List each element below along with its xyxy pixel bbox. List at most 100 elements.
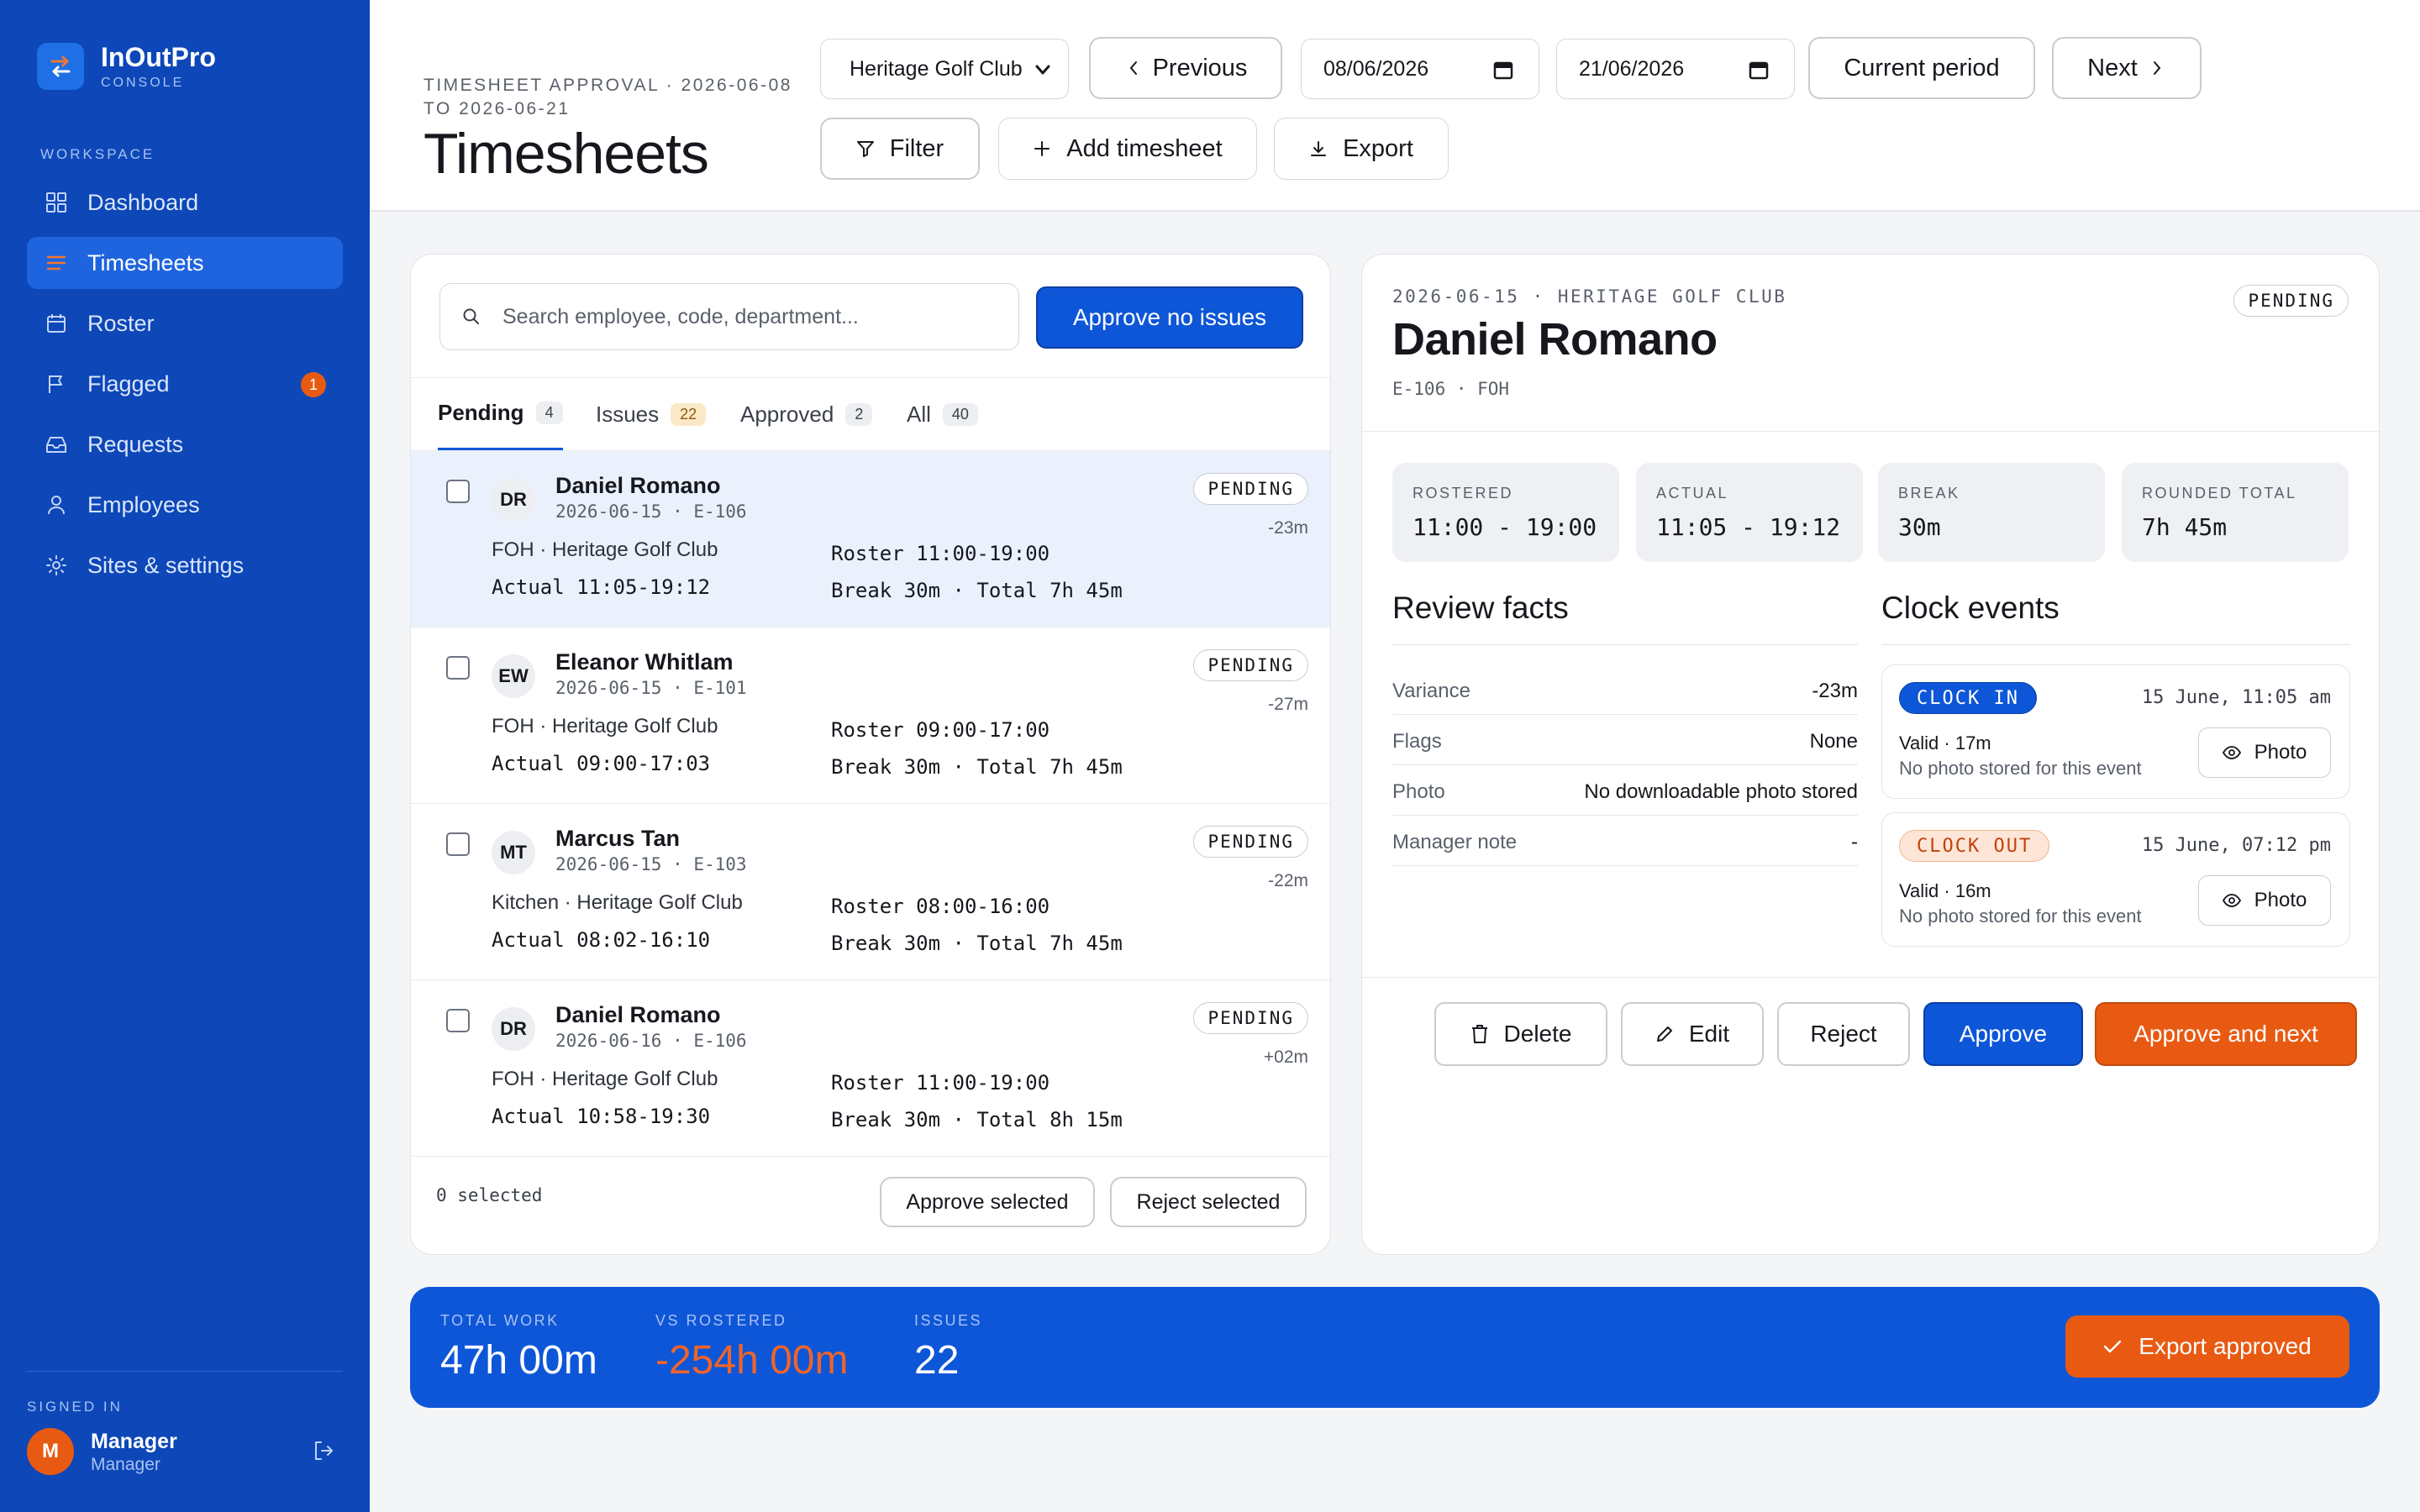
table-row[interactable]: DR Daniel Romano 2026-06-16 · E-106 PEND… bbox=[411, 980, 1330, 1157]
row-meta: 2026-06-15 · E-101 bbox=[555, 678, 747, 698]
employee-name: Marcus Tan bbox=[555, 826, 681, 851]
photo-button[interactable]: Photo bbox=[2198, 727, 2331, 778]
date-to-input[interactable]: 21/06/2026 bbox=[1556, 39, 1795, 99]
table-row[interactable]: EW Eleanor Whitlam 2026-06-15 · E-101 PE… bbox=[411, 627, 1330, 804]
row-checkbox[interactable] bbox=[446, 656, 470, 680]
fact-value: None bbox=[1809, 730, 1858, 753]
status-badge: PENDING bbox=[1193, 473, 1308, 505]
tab-all[interactable]: All 40 bbox=[907, 378, 978, 450]
photo-button[interactable]: Photo bbox=[2198, 875, 2331, 926]
variance: +02m bbox=[1263, 1047, 1308, 1067]
stat-actual: ACTUAL 11:05 - 19:12 bbox=[1636, 463, 1863, 562]
approve-and-next-button[interactable]: Approve and next bbox=[2095, 1002, 2357, 1066]
table-row[interactable]: MT Marcus Tan 2026-06-15 · E-103 PENDING… bbox=[411, 804, 1330, 980]
vs-rostered-value: -254h 00m bbox=[655, 1338, 849, 1383]
reject-button[interactable]: Reject bbox=[1777, 1002, 1910, 1066]
eye-icon bbox=[2222, 894, 2241, 907]
next-period-button[interactable]: Next bbox=[2052, 37, 2202, 99]
download-icon bbox=[1311, 141, 1327, 156]
filter-label: Filter bbox=[889, 134, 944, 162]
chevron-down-icon bbox=[1035, 65, 1050, 75]
tab-pending[interactable]: Pending 4 bbox=[438, 378, 563, 450]
tab-count: 22 bbox=[671, 402, 707, 426]
actual-times: Actual 10:58-19:30 bbox=[492, 1105, 711, 1128]
divider bbox=[1362, 977, 2379, 978]
user-role: Manager bbox=[91, 1455, 160, 1474]
calendar-icon bbox=[47, 314, 66, 333]
approve-button[interactable]: Approve bbox=[1923, 1002, 2083, 1066]
sidebar-item-label: Employees bbox=[87, 491, 200, 517]
row-meta: 2026-06-15 · E-103 bbox=[555, 854, 747, 874]
search-input[interactable]: Search employee, code, department... bbox=[439, 283, 1019, 350]
row-checkbox[interactable] bbox=[446, 1009, 470, 1032]
break-total: Break 30m · Total 7h 45m bbox=[831, 755, 1123, 779]
sidebar-item-requests[interactable]: Requests bbox=[27, 418, 343, 470]
sidebar-item-flagged[interactable]: Flagged 1 bbox=[27, 358, 343, 410]
row-checkbox[interactable] bbox=[446, 480, 470, 503]
sidebar-item-label: Sites & settings bbox=[87, 552, 245, 578]
status-badge: PENDING bbox=[2233, 285, 2349, 317]
workspace-label: WORKSPACE bbox=[40, 146, 155, 162]
current-period-label: Current period bbox=[1844, 54, 2000, 81]
approve-no-issues-button[interactable]: Approve no issues bbox=[1036, 286, 1303, 349]
tab-label: Approved bbox=[740, 401, 834, 427]
fact-manager-note: Manager note - bbox=[1392, 816, 1858, 866]
row-meta: 2026-06-15 · E-106 bbox=[555, 501, 747, 522]
calendar-icon bbox=[1493, 61, 1513, 80]
photo-label: Photo bbox=[2254, 741, 2307, 764]
brand-name: InOutPro bbox=[101, 42, 216, 72]
delete-button[interactable]: Delete bbox=[1434, 1002, 1607, 1066]
sidebar-item-timesheets[interactable]: Timesheets bbox=[27, 237, 343, 289]
tab-issues[interactable]: Issues 22 bbox=[596, 378, 707, 450]
stat-value: 7h 45m bbox=[2142, 513, 2228, 541]
tab-count: 4 bbox=[535, 402, 563, 424]
department: FOH · Heritage Golf Club bbox=[492, 1068, 718, 1090]
reject-selected-button[interactable]: Reject selected bbox=[1110, 1177, 1307, 1227]
export-button[interactable]: Export bbox=[1274, 118, 1449, 180]
event-validity: Valid · 16m bbox=[1899, 880, 1991, 901]
brand-subtitle: CONSOLE bbox=[101, 76, 185, 90]
flagged-count-badge: 1 bbox=[301, 372, 326, 397]
sidebar-item-employees[interactable]: Employees bbox=[27, 479, 343, 531]
chevron-left-icon bbox=[1129, 61, 1137, 75]
approve-selected-button[interactable]: Approve selected bbox=[880, 1177, 1095, 1227]
site-select-value: Heritage Golf Club bbox=[850, 56, 1023, 81]
sidebar-item-label: Timesheets bbox=[87, 249, 204, 276]
break-total: Break 30m · Total 7h 45m bbox=[831, 932, 1123, 955]
current-period-button[interactable]: Current period bbox=[1808, 37, 2035, 99]
logout-icon[interactable] bbox=[313, 1440, 334, 1462]
row-checkbox[interactable] bbox=[446, 832, 470, 856]
timesheet-detail-panel: 2026-06-15 · HERITAGE GOLF CLUB Daniel R… bbox=[1361, 254, 2380, 1255]
previous-period-button[interactable]: Previous bbox=[1089, 37, 1282, 99]
next-label: Next bbox=[2087, 54, 2138, 81]
table-row[interactable]: DR Daniel Romano 2026-06-15 · E-106 PEND… bbox=[411, 451, 1330, 627]
sidebar-item-label: Flagged bbox=[87, 370, 170, 396]
filter-button[interactable]: Filter bbox=[820, 118, 980, 180]
calendar-icon bbox=[1749, 61, 1769, 80]
divider bbox=[1392, 644, 1858, 645]
page-title: Timesheets bbox=[424, 122, 709, 186]
vs-rostered-label: VS ROSTERED bbox=[655, 1312, 787, 1329]
status-badge: PENDING bbox=[1193, 826, 1308, 858]
sidebar-item-roster[interactable]: Roster bbox=[27, 297, 343, 349]
edit-button[interactable]: Edit bbox=[1621, 1002, 1764, 1066]
brand[interactable]: InOutPro CONSOLE bbox=[37, 42, 216, 91]
detail-employee-name: Daniel Romano bbox=[1392, 314, 1718, 365]
export-approved-button[interactable]: Export approved bbox=[2065, 1315, 2349, 1378]
fact-label: Photo bbox=[1392, 780, 1445, 803]
date-from-input[interactable]: 08/06/2026 bbox=[1301, 39, 1539, 99]
clock-events-heading: Clock events bbox=[1881, 591, 2060, 625]
add-timesheet-button[interactable]: Add timesheet bbox=[998, 118, 1257, 180]
sidebar-item-dashboard[interactable]: Dashboard bbox=[27, 176, 343, 228]
selected-count: 0 selected bbox=[436, 1185, 543, 1205]
stat-label: ROSTERED bbox=[1413, 485, 1514, 501]
status-badge: PENDING bbox=[1193, 649, 1308, 681]
timesheet-list-panel: Search employee, code, department... App… bbox=[410, 254, 1331, 1255]
site-select[interactable]: Heritage Golf Club bbox=[820, 39, 1069, 99]
tab-approved[interactable]: Approved 2 bbox=[740, 378, 873, 450]
sidebar-item-sites-settings[interactable]: Sites & settings bbox=[27, 539, 343, 591]
employee-name: Daniel Romano bbox=[555, 473, 721, 498]
add-timesheet-label: Add timesheet bbox=[1066, 134, 1223, 162]
status-badge: PENDING bbox=[1193, 1002, 1308, 1034]
filter-icon bbox=[856, 141, 874, 157]
